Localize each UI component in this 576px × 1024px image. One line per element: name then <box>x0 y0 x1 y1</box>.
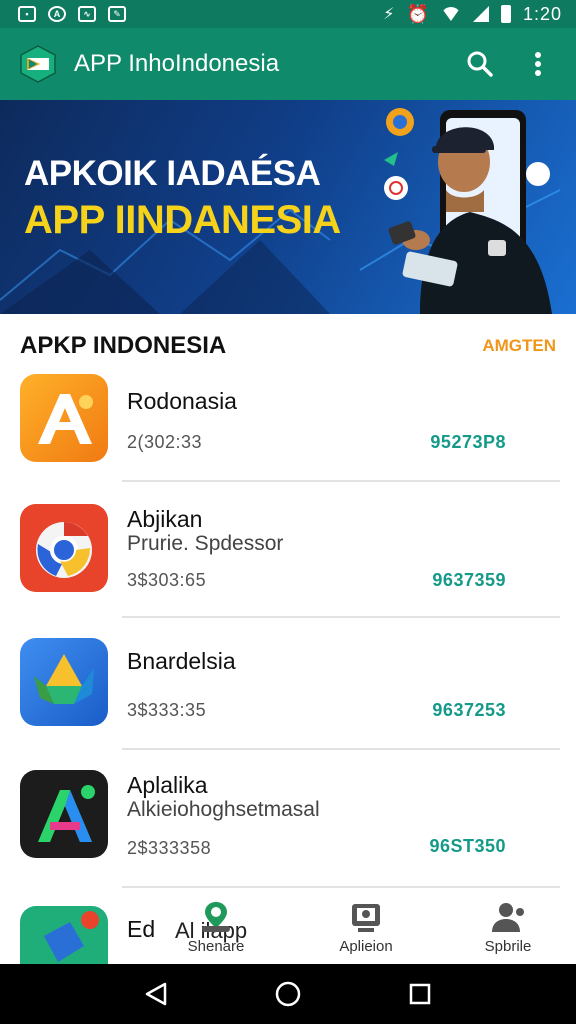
tab-aplieion[interactable]: Aplieion <box>306 890 426 962</box>
recents-icon <box>409 983 431 1005</box>
drive-like-icon <box>20 638 108 726</box>
app-count: 9637359 <box>432 570 506 590</box>
section-title: APKP INDONESIA <box>20 332 227 359</box>
battery-icon <box>500 5 511 23</box>
home-map-icon <box>202 902 230 932</box>
home-icon <box>275 981 301 1007</box>
app-subtitle: Alkieiohoghsetmasal <box>127 798 320 821</box>
store-icon <box>352 904 380 932</box>
search-button[interactable] <box>460 44 500 84</box>
system-nav-bar <box>0 964 576 1024</box>
app-bar: APP InhoIndonesia <box>0 28 576 100</box>
app-count: 96ST350 <box>429 836 506 856</box>
search-icon <box>467 51 493 77</box>
bottom-tab-bar: Shenare Aplieion Spbrile <box>0 890 576 962</box>
app-logo-icon <box>20 45 56 83</box>
back-button[interactable] <box>136 974 176 1014</box>
wifi-icon <box>440 7 461 21</box>
app-meta: 3$333:35 <box>127 700 207 720</box>
signal-icon <box>472 6 489 22</box>
more-vertical-icon <box>535 52 541 76</box>
app-count: 9637253 <box>432 700 506 720</box>
status-notifications: ▪ A ∿ ✎ <box>18 6 126 22</box>
app-list-item[interactable]: Aplalika Alkieiohoghsetmasal 2$333358 96… <box>0 750 576 890</box>
app-list-item[interactable]: Bnardelsia 3$333:35 9637253 <box>0 620 576 750</box>
screen: ▪ A ∿ ✎ ⚡ ⏰ 1:20 APP InhoIndonesia APKOI… <box>0 0 576 1024</box>
app-meta: 3$303:65 <box>127 570 207 590</box>
tab-label: Spbrile <box>484 938 532 955</box>
alarm-icon: ⏰ <box>406 3 429 24</box>
tab-label: Aplieion <box>339 938 393 955</box>
gallery-notification-icon: ▪ <box>18 6 36 22</box>
home-button[interactable] <box>268 974 308 1014</box>
tab-spbrile[interactable]: Spbrile <box>448 890 568 962</box>
a-notification-icon: A <box>48 6 66 22</box>
app-meta: 2$333358 <box>127 838 212 858</box>
back-icon <box>145 982 167 1006</box>
a-logo-icon <box>20 770 108 858</box>
more-options-button[interactable] <box>518 44 558 84</box>
app-subtitle: Prurie. Spdessor <box>127 532 284 555</box>
app-list-item[interactable]: Rodonasia 2(302:33 95273P8 <box>0 368 576 484</box>
banner-headline: APKOIK IADAÉSA <box>24 154 321 193</box>
status-time: 1:20 <box>522 3 562 24</box>
profile-icon <box>492 903 524 932</box>
row-divider <box>122 616 560 618</box>
promo-banner[interactable]: APKOIK IADAÉSA APP IINDANESIA <box>0 100 576 314</box>
tab-label: Shenare <box>187 938 245 955</box>
app-list-item[interactable]: Abjikan Prurie. Spdessor 3$303:65 963735… <box>0 484 576 620</box>
see-more-link[interactable]: AMGTEN <box>482 336 556 356</box>
tab-shenare[interactable]: Shenare <box>156 890 276 962</box>
app-name: Abjikan <box>127 506 203 532</box>
app-name: Rodonasia <box>127 388 237 414</box>
chrome-like-icon <box>20 504 108 592</box>
status-bar: ▪ A ∿ ✎ ⚡ ⏰ 1:20 <box>0 0 576 28</box>
status-indicators: ⚡ ⏰ 1:20 <box>383 4 562 25</box>
vibrate-icon: ⚡ <box>383 6 395 23</box>
banner-subheadline: APP IINDANESIA <box>24 198 341 242</box>
row-divider <box>122 886 560 888</box>
edit-notification-icon: ✎ <box>108 6 126 22</box>
app-a-icon <box>20 374 108 462</box>
app-meta: 2(302:33 <box>127 432 203 452</box>
app-title: APP InhoIndonesia <box>74 50 280 77</box>
row-divider <box>122 480 560 482</box>
section-header: APKP INDONESIA AMGTEN <box>0 318 576 374</box>
chart-notification-icon: ∿ <box>78 6 96 22</box>
app-count: 95273P8 <box>430 432 506 452</box>
app-name: Aplalika <box>127 772 208 798</box>
recents-button[interactable] <box>400 974 440 1014</box>
app-name: Bnardelsia <box>127 648 236 674</box>
